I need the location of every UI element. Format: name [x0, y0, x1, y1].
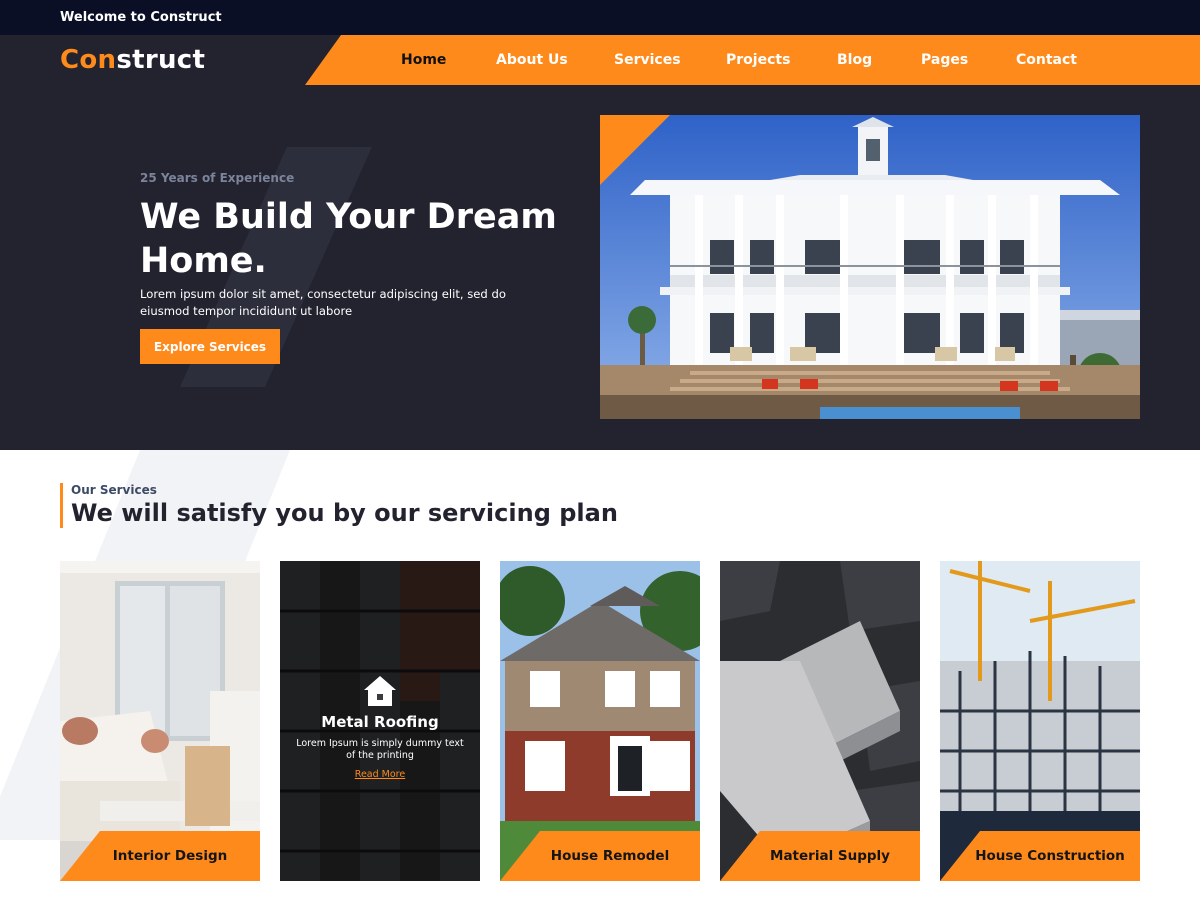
services-label: Our Services [71, 483, 157, 497]
main-navbar: Construct Home About Us Services Project… [0, 35, 1200, 85]
services-heading: Our Services We will satisfy you by our … [60, 483, 618, 528]
card-label-material-supply: Material Supply [720, 831, 920, 881]
card-title: House Remodel [550, 848, 670, 864]
hero-section: 25 Years of Experience We Build Your Dre… [0, 85, 1200, 450]
read-more-link[interactable]: Read More [280, 769, 480, 780]
logo-accent-text: Con [60, 45, 117, 75]
hero-subtitle: 25 Years of Experience [140, 171, 295, 185]
card-title: House Construction [975, 848, 1125, 864]
service-card-metal-roofing[interactable]: Metal Roofing Lorem Ipsum is simply dumm… [280, 561, 480, 881]
welcome-text: Welcome to Construct [60, 10, 222, 25]
nav-projects[interactable]: Projects [726, 52, 790, 68]
card-description: Lorem Ipsum is simply dummy text of the … [296, 738, 464, 761]
site-logo[interactable]: Construct [60, 45, 205, 75]
nav-contact[interactable]: Contact [1016, 52, 1077, 68]
nav-pages[interactable]: Pages [921, 52, 968, 68]
card-title: Material Supply [770, 848, 890, 864]
explore-services-button[interactable]: Explore Services [140, 329, 280, 364]
card-label-interior-design: Interior Design [60, 831, 260, 881]
hero-house-image [600, 115, 1140, 419]
services-title: We will satisfy you by our servicing pla… [71, 499, 618, 527]
hero-house-illustration [600, 115, 1140, 419]
hero-title: We Build Your Dream Home. [140, 197, 557, 281]
nav-home[interactable]: Home [401, 52, 446, 68]
service-card-material-supply[interactable]: Material Supply [720, 561, 920, 881]
nav-about-us[interactable]: About Us [496, 52, 568, 68]
card-label-house-remodel: House Remodel [500, 831, 700, 881]
service-card-house-construction[interactable]: House Construction [940, 561, 1140, 881]
card-title: Interior Design [112, 848, 228, 864]
nav-services[interactable]: Services [614, 52, 681, 68]
service-card-house-remodel[interactable]: House Remodel [500, 561, 700, 881]
service-card-interior-design[interactable]: Interior Design [60, 561, 260, 881]
nav-blog[interactable]: Blog [837, 52, 872, 68]
logo-text: struct [116, 45, 206, 75]
card-label-house-construction: House Construction [940, 831, 1140, 881]
card-title: Metal Roofing [321, 713, 439, 731]
hero-description: Lorem ipsum dolor sit amet, consectetur … [140, 287, 506, 318]
house-icon [364, 676, 396, 706]
top-bar: Welcome to Construct [0, 0, 1200, 35]
